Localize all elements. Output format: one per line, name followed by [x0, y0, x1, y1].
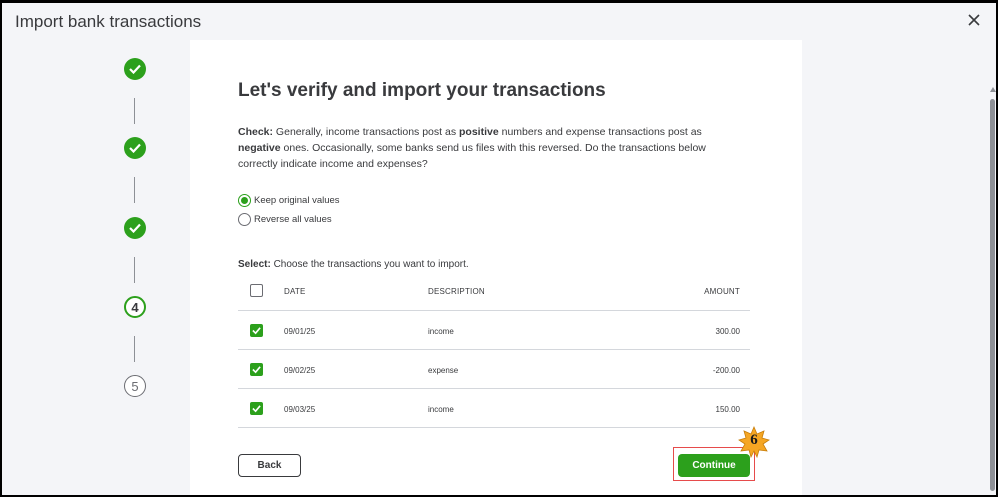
step-5-future: 5	[124, 375, 146, 397]
scroll-up-arrow-icon[interactable]	[990, 87, 996, 92]
scrollbar-thumb[interactable]	[990, 99, 995, 491]
checkmark-icon	[129, 64, 141, 74]
header-amount: AMOUNT	[704, 287, 740, 296]
positive-emphasis: positive	[459, 126, 499, 138]
step-number: 4	[131, 300, 139, 315]
checkmark-icon	[252, 327, 261, 335]
radio-label: Reverse all values	[254, 213, 332, 225]
cell-amount: -200.00	[712, 366, 740, 375]
step-connector	[134, 336, 135, 362]
cell-date: 09/02/25	[284, 366, 316, 375]
cell-description: income	[428, 405, 454, 414]
negative-emphasis: negative	[238, 142, 281, 154]
progress-stepper: 4 5	[2, 40, 190, 495]
radio-keep-original[interactable]: Keep original values	[238, 193, 340, 207]
step-number: 5	[131, 379, 139, 394]
step-connector	[134, 257, 135, 283]
check-instructions: Check: Generally, income transactions po…	[238, 124, 738, 172]
transactions-table: DATE DESCRIPTION AMOUNT 09/01/25 income …	[238, 274, 750, 428]
radio-button[interactable]	[238, 212, 251, 226]
radio-label: Keep original values	[254, 194, 340, 206]
page-title: Let's verify and import your transaction…	[238, 80, 606, 101]
checkmark-icon	[129, 143, 141, 153]
select-text: Choose the transactions you want to impo…	[270, 259, 469, 270]
check-text-2: numbers and expense transactions post as	[498, 126, 702, 138]
header-date: DATE	[284, 287, 306, 296]
checkmark-icon	[129, 223, 141, 233]
table-header-row: DATE DESCRIPTION AMOUNT	[238, 274, 750, 311]
checkmark-icon	[252, 405, 261, 413]
step-3-complete	[124, 217, 146, 239]
cell-date: 09/01/25	[284, 327, 316, 336]
check-text-1: Generally, income transactions post as	[273, 126, 459, 138]
step-4-current: 4	[124, 296, 146, 318]
cell-date: 09/03/25	[284, 405, 316, 414]
table-row[interactable]: 09/03/25 income 150.00	[238, 389, 750, 428]
check-text-3: ones. Occasionally, some banks send us f…	[238, 142, 706, 170]
radio-reverse-values[interactable]: Reverse all values	[238, 212, 332, 226]
step-1-complete	[124, 58, 146, 80]
cell-description: income	[428, 327, 454, 336]
step-connector	[134, 177, 135, 203]
cell-description: expense	[428, 366, 459, 375]
check-label: Check:	[238, 126, 274, 138]
back-button[interactable]: Back	[238, 454, 301, 477]
header-description: DESCRIPTION	[428, 287, 485, 296]
row-checkbox[interactable]	[250, 402, 263, 415]
select-label: Select:	[238, 259, 271, 270]
radio-button-selected[interactable]	[238, 193, 251, 207]
step-connector	[134, 98, 135, 124]
table-row[interactable]: 09/01/25 income 300.00	[238, 311, 750, 350]
select-instructions: Select: Choose the transactions you want…	[238, 259, 469, 270]
cell-amount: 150.00	[715, 405, 740, 414]
row-checkbox[interactable]	[250, 363, 263, 376]
select-all-checkbox[interactable]	[250, 284, 263, 297]
callout-number: 6	[750, 432, 758, 448]
step-2-complete	[124, 137, 146, 159]
checkmark-icon	[252, 366, 261, 374]
close-icon[interactable]	[964, 10, 984, 30]
table-row[interactable]: 09/02/25 expense -200.00	[238, 350, 750, 389]
dialog-header: Import bank transactions	[2, 3, 996, 40]
cell-amount: 300.00	[715, 327, 740, 336]
dialog-title: Import bank transactions	[15, 12, 202, 31]
row-checkbox[interactable]	[250, 324, 263, 337]
